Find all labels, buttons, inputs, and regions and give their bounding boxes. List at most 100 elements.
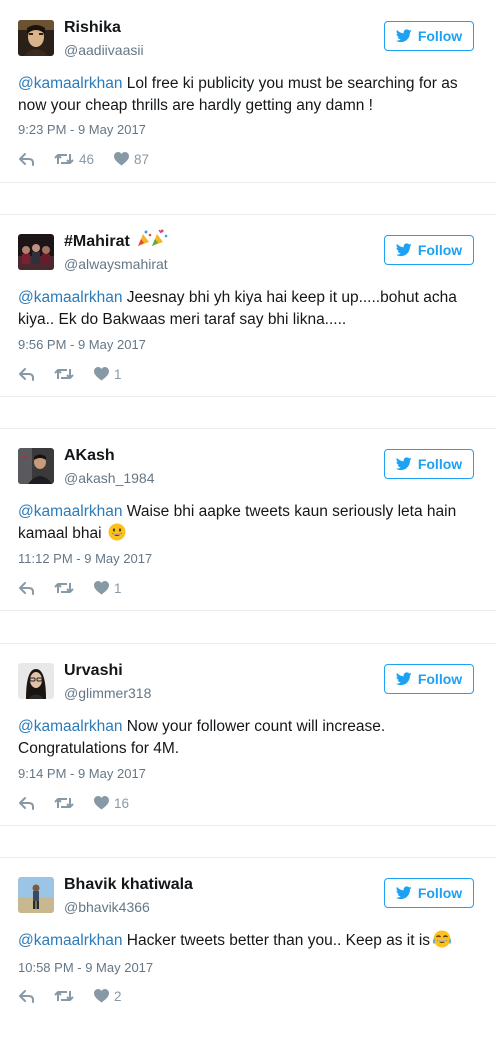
user-handle[interactable]: @bhavik4366 <box>64 899 150 915</box>
reply-arrow-icon <box>18 367 35 381</box>
tweet-text: @kamaalrkhan Lol free ki publicity you m… <box>18 73 480 117</box>
retweet-icon <box>54 367 74 381</box>
reply-button[interactable] <box>18 989 54 1003</box>
mention-link[interactable]: @kamaalrkhan <box>18 75 122 92</box>
user-handle[interactable]: @aadiivaasii <box>64 42 144 58</box>
user-name[interactable]: #Mahirat <box>64 233 130 251</box>
mention-link[interactable]: @kamaalrkhan <box>18 932 122 949</box>
mention-link[interactable]: @kamaalrkhan <box>18 718 122 735</box>
retweet-button[interactable]: 46 <box>54 152 114 167</box>
reply-button[interactable] <box>18 152 54 166</box>
follow-button[interactable]: Follow <box>384 235 474 265</box>
tweet-timestamp[interactable]: 9:14 PM - 9 May 2017 <box>18 766 146 781</box>
retweet-button[interactable] <box>54 581 94 595</box>
grinning-face-emoji <box>108 523 126 541</box>
user-name[interactable]: AKash <box>64 447 115 465</box>
heart-icon <box>94 367 109 381</box>
retweet-icon <box>54 989 74 1003</box>
follow-label: Follow <box>417 671 463 687</box>
user-handle[interactable]: @glimmer318 <box>64 685 151 701</box>
avatar[interactable] <box>18 448 54 484</box>
tweet-card: Bhavik khatiwala @bhavik4366 Follow @kam… <box>0 857 496 1039</box>
mention-link[interactable]: @kamaalrkhan <box>18 503 122 520</box>
like-count: 87 <box>134 151 150 167</box>
divider <box>0 610 496 611</box>
divider <box>0 428 496 429</box>
retweet-button[interactable] <box>54 989 94 1003</box>
retweet-button[interactable] <box>54 367 94 381</box>
divider <box>0 643 496 644</box>
twitter-bird-icon <box>395 672 412 686</box>
reply-button[interactable] <box>18 367 54 381</box>
heart-icon <box>94 581 109 595</box>
avatar[interactable] <box>18 20 54 56</box>
reply-arrow-icon <box>18 581 35 595</box>
tweet-text: @kamaalrkhan Now your follower count wil… <box>18 716 480 760</box>
avatar[interactable] <box>18 663 54 699</box>
tweet-card: Rishika @aadiivaasii Follow @kamaalrkhan… <box>0 0 496 182</box>
like-button[interactable]: 87 <box>114 152 149 167</box>
twitter-bird-icon <box>395 243 412 257</box>
like-count: 1 <box>114 580 122 596</box>
retweet-button[interactable] <box>54 796 94 810</box>
tweet-actions: 16 <box>18 793 129 813</box>
mention-link[interactable]: @kamaalrkhan <box>18 289 122 306</box>
retweet-icon <box>54 152 74 166</box>
retweet-icon <box>54 581 74 595</box>
like-button[interactable]: 1 <box>94 581 122 596</box>
tweet-text: @kamaalrkhan Waise bhi aapke tweets kaun… <box>18 501 480 545</box>
reply-button[interactable] <box>18 581 54 595</box>
retweet-count: 46 <box>79 151 95 167</box>
like-button[interactable]: 2 <box>94 989 122 1004</box>
user-handle[interactable]: @akash_1984 <box>64 470 155 486</box>
user-name[interactable]: Bhavik khatiwala <box>64 876 193 894</box>
reply-button[interactable] <box>18 796 54 810</box>
follow-button[interactable]: Follow <box>384 664 474 694</box>
follow-label: Follow <box>417 28 463 44</box>
tweet-actions: 46 87 <box>18 149 149 169</box>
user-handle[interactable]: @alwaysmahirat <box>64 256 168 272</box>
like-count: 16 <box>114 795 130 811</box>
follow-label: Follow <box>417 242 463 258</box>
tweet-body: Hacker tweets better than you.. Keep as … <box>122 932 431 949</box>
like-button[interactable]: 16 <box>94 796 129 811</box>
tweet-actions: 2 <box>18 986 122 1006</box>
tweet-text: @kamaalrkhan Jeesnay bhi yh kiya hai kee… <box>18 287 480 331</box>
avatar[interactable] <box>18 877 54 913</box>
twitter-bird-icon <box>395 886 412 900</box>
reply-arrow-icon <box>18 989 35 1003</box>
twitter-bird-icon <box>395 29 412 43</box>
tweet-card: AKash @akash_1984 Follow @kamaalrkhan Wa… <box>0 428 496 610</box>
user-name[interactable]: Urvashi <box>64 662 123 680</box>
tweet-card: #Mahirat @alwaysmahirat Follow @kamaalrk… <box>0 214 496 396</box>
divider <box>0 396 496 397</box>
reply-arrow-icon <box>18 152 35 166</box>
tweet-text: @kamaalrkhan Hacker tweets better than y… <box>18 930 480 952</box>
user-name[interactable]: Rishika <box>64 19 121 37</box>
tweet-card: Urvashi @glimmer318 Follow @kamaalrkhan … <box>0 643 496 825</box>
tweet-timestamp[interactable]: 9:23 PM - 9 May 2017 <box>18 122 146 137</box>
reply-arrow-icon <box>18 796 35 810</box>
divider <box>0 182 496 183</box>
heart-icon <box>94 989 109 1003</box>
tweet-actions: 1 <box>18 578 122 598</box>
follow-button[interactable]: Follow <box>384 449 474 479</box>
retweet-icon <box>54 796 74 810</box>
follow-label: Follow <box>417 885 463 901</box>
like-count: 1 <box>114 366 122 382</box>
tweet-timestamp[interactable]: 11:12 PM - 9 May 2017 <box>18 551 152 566</box>
divider <box>0 825 496 826</box>
heart-icon <box>94 796 109 810</box>
avatar[interactable] <box>18 234 54 270</box>
like-count: 2 <box>114 988 122 1004</box>
follow-button[interactable]: Follow <box>384 21 474 51</box>
tweet-timestamp[interactable]: 10:58 PM - 9 May 2017 <box>18 960 153 975</box>
like-button[interactable]: 1 <box>94 367 122 382</box>
follow-button[interactable]: Follow <box>384 878 474 908</box>
party-popper-icons <box>136 228 170 253</box>
twitter-bird-icon <box>395 457 412 471</box>
heart-icon <box>114 152 129 166</box>
tweet-timestamp[interactable]: 9:56 PM - 9 May 2017 <box>18 337 146 352</box>
divider <box>0 214 496 215</box>
divider <box>0 857 496 858</box>
